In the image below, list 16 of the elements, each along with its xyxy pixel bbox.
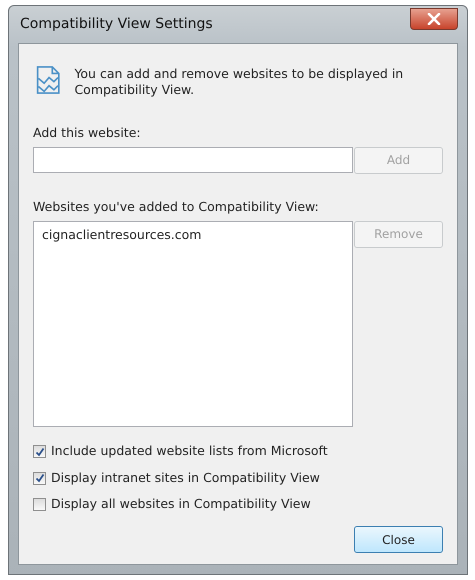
checkbox[interactable] xyxy=(33,445,46,458)
website-input-field[interactable] xyxy=(33,147,353,174)
close-icon xyxy=(427,12,441,24)
website-item[interactable]: cignaclientresources.com xyxy=(40,224,346,246)
websites-list[interactable]: cignaclientresources.com xyxy=(33,220,353,426)
add-website-label: Add this website: xyxy=(33,124,142,142)
close-dialog-button[interactable]: Close xyxy=(354,526,443,553)
close-button[interactable] xyxy=(410,8,458,30)
window-title: Compatibility View Settings xyxy=(19,15,213,34)
checkbox-label[interactable]: Include updated website lists from Microsoft xyxy=(51,442,328,462)
checkbox[interactable] xyxy=(33,498,46,512)
checkbox-label[interactable]: Display all websites in Compatibility View xyxy=(51,495,311,514)
added-websites-label: Websites you've added to Compatibility View: xyxy=(33,198,320,216)
checkbox[interactable] xyxy=(33,472,46,485)
intro-text: You can add and remove websites to be displayed in Compatibility View. xyxy=(74,66,404,98)
checkbox-label[interactable]: Display intranet sites in Compatibility View xyxy=(51,468,320,488)
